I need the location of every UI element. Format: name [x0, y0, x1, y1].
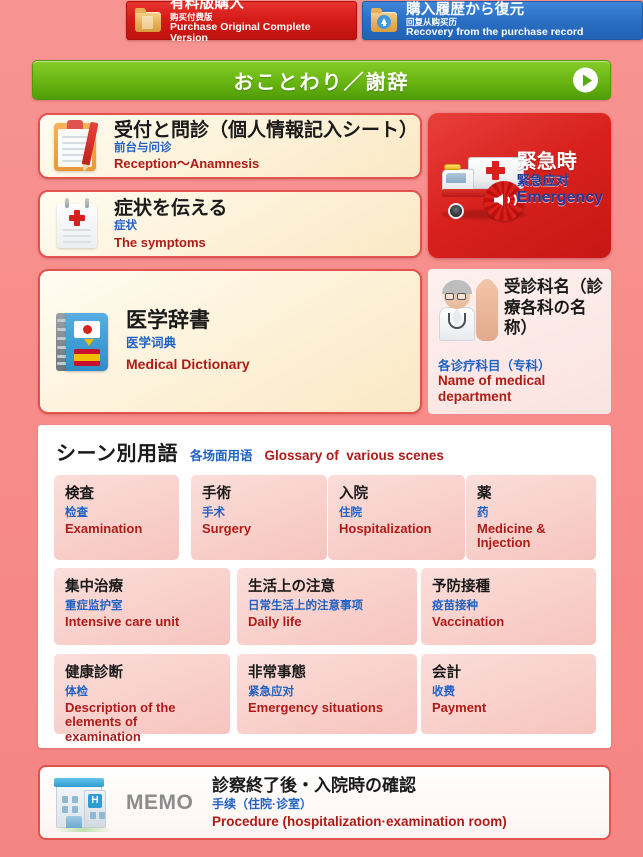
glossary-item-vaccination[interactable]: 予防接種 疫苗接种 Vaccination	[421, 568, 596, 645]
glossary-header: シーン別用語 各场面用语 Glossary of various scenes	[56, 437, 444, 466]
glossary-item-zh: 手术	[202, 507, 225, 520]
clipboard-pencil-icon	[40, 120, 114, 172]
glossary-item-daily-life[interactable]: 生活上の注意 日常生活上的注意事项 Daily life	[237, 568, 417, 645]
glossary-panel: シーン別用語 各场面用语 Glossary of various scenes …	[38, 425, 611, 748]
glossary-item-en: Vaccination	[432, 613, 505, 629]
card-symptoms[interactable]: 症状を伝える 症状 The symptoms	[38, 190, 422, 258]
glossary-item-ja: 健康診断	[65, 665, 123, 681]
glossary-item-zh: 疫苗接种	[432, 600, 478, 613]
card-reception-ja: 受付と問診（個人情報記入シート）	[114, 120, 419, 142]
glossary-item-en: Daily life	[248, 613, 302, 629]
card-emergency-ja: 緊急時	[516, 151, 577, 173]
glossary-item-ja: 薬	[477, 486, 492, 502]
glossary-item-en: Medicine & Injection	[477, 520, 546, 551]
banner-label: おことわり／謝辞	[233, 71, 410, 94]
app-root: 有料版購入 购买付费版 Purchase Original Complete V…	[0, 0, 643, 857]
glossary-item-zh: 住院	[339, 507, 362, 520]
glossary-item-ja: 会計	[432, 665, 461, 681]
card-department-ja: 受診科名（診療各科の名称）	[504, 278, 603, 338]
glossary-header-en: Glossary of various scenes	[264, 448, 444, 463]
doctor-patient-icon	[438, 279, 500, 341]
glossary-item-en: Payment	[432, 699, 487, 715]
glossary-item-ja: 検査	[65, 486, 94, 502]
medical-chart-icon	[40, 198, 114, 250]
card-symptoms-en: The symptoms	[114, 234, 206, 250]
purchase-original-button[interactable]: 有料版購入 购买付费版 Purchase Original Complete V…	[126, 0, 357, 43]
glossary-item-zh: 收费	[432, 686, 455, 699]
glossary-item-medicine[interactable]: 薬 药 Medicine & Injection	[466, 475, 596, 560]
restore-button-en: Recovery from the purchase record	[406, 26, 584, 39]
glossary-item-emergency-situations[interactable]: 非常事態 紧急应对 Emergency situations	[237, 654, 417, 734]
glossary-item-en: Emergency situations	[248, 699, 384, 715]
card-memo-zh: 手续（住院·诊室）	[212, 797, 312, 812]
card-reception-zh: 前台与问诊	[114, 142, 172, 155]
card-dictionary-ja: 医学辞書	[126, 308, 210, 332]
purchase-button-en: Purchase Original Complete Version	[170, 20, 311, 44]
glossary-item-zh: 体检	[65, 686, 88, 699]
glossary-item-ja: 予防接種	[432, 579, 490, 595]
glossary-item-health-checkup[interactable]: 健康診断 体检 Description of the elements of e…	[54, 654, 230, 744]
glossary-item-zh: 紧急应对	[248, 686, 294, 699]
dictionary-book-icon	[40, 311, 126, 373]
glossary-item-ja: 集中治療	[65, 579, 123, 595]
card-medical-dictionary[interactable]: 医学辞書 医学词典 Medical Dictionary	[38, 269, 422, 414]
glossary-item-ja: 手術	[202, 486, 231, 502]
card-memo-en: Procedure (hospitalization·examination r…	[212, 813, 507, 829]
restore-purchase-button[interactable]: 購入履歴から復元 回复从购买历 Recovery from the purcha…	[362, 1, 643, 40]
glossary-item-zh: 重症监护室	[65, 600, 123, 613]
chevron-right-icon[interactable]	[573, 67, 598, 93]
glossary-item-zh: 药	[477, 507, 489, 520]
card-memo-ja: 診察終了後・入院時の確認	[212, 775, 416, 795]
card-emergency-zh: 緊急应对	[516, 173, 569, 188]
glossary-item-zh: 日常生活上的注意事项	[248, 600, 363, 613]
restore-button-ja: 購入履歴から復元	[406, 1, 525, 18]
glossary-item-ja: 生活上の注意	[248, 579, 335, 595]
folder-upload-icon	[369, 7, 399, 34]
glossary-item-payment[interactable]: 会計 收费 Payment	[421, 654, 596, 734]
card-department-en: Name of medical department	[438, 373, 546, 404]
disclaimer-acknowledgement-banner[interactable]: おことわり／謝辞	[32, 60, 611, 100]
memo-label: MEMO	[126, 790, 194, 814]
glossary-item-examination[interactable]: 検査 检查 Examination	[54, 475, 179, 560]
card-reception[interactable]: 受付と問診（個人情報記入シート） 前台与问诊 Reception〜Anamnes…	[38, 113, 422, 179]
card-dictionary-zh: 医学词典	[126, 335, 177, 350]
glossary-item-zh: 检查	[65, 507, 88, 520]
glossary-item-en: Surgery	[202, 520, 252, 536]
glossary-item-en: Description of the elements of examinati…	[65, 699, 176, 744]
folder-book-icon	[133, 7, 163, 34]
glossary-item-en: Intensive care unit	[65, 613, 180, 629]
card-medical-department[interactable]: 受診科名（診療各科の名称） 各诊疗科目（专科） Name of medical …	[428, 269, 611, 414]
glossary-item-en: Hospitalization	[339, 520, 432, 536]
card-dictionary-en: Medical Dictionary	[126, 355, 250, 372]
card-emergency[interactable]: 緊急時 緊急应对 Emergency	[428, 113, 611, 258]
glossary-item-surgery[interactable]: 手術 手术 Surgery	[191, 475, 327, 560]
card-department-zh: 各诊疗科目（专科）	[438, 359, 551, 373]
glossary-item-en: Examination	[65, 520, 143, 536]
glossary-header-ja: シーン別用語	[56, 443, 178, 465]
card-emergency-en: Emergency	[516, 189, 603, 207]
card-symptoms-ja: 症状を伝える	[114, 197, 228, 219]
glossary-item-hospitalization[interactable]: 入院 住院 Hospitalization	[328, 475, 465, 560]
card-memo-procedure[interactable]: H MEMO 診察終了後・入院時の確認 手续（住院·诊室） Procedure …	[38, 765, 611, 840]
glossary-item-ja: 入院	[339, 486, 368, 502]
glossary-item-ja: 非常事態	[248, 665, 306, 681]
glossary-header-zh: 各场面用语	[190, 449, 253, 463]
hospital-building-icon: H	[40, 774, 126, 832]
card-symptoms-zh: 症状	[114, 220, 137, 233]
purchase-button-ja: 有料版購入	[170, 0, 244, 13]
card-reception-en: Reception〜Anamnesis	[114, 156, 260, 172]
top-purchase-bar: 有料版購入 购买付费版 Purchase Original Complete V…	[0, 0, 643, 43]
glossary-item-intensive-care[interactable]: 集中治療 重症监护室 Intensive care unit	[54, 568, 230, 645]
